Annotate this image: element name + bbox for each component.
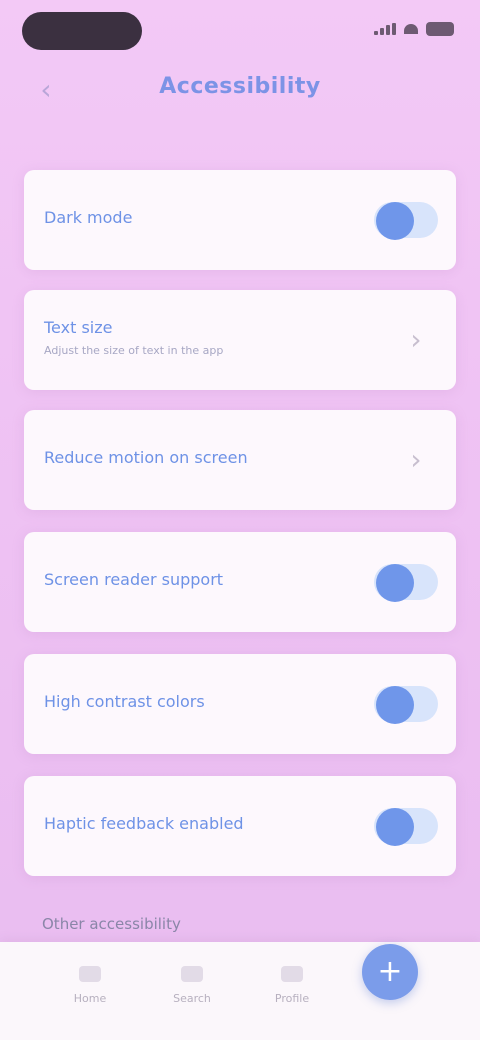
battery-icon <box>426 22 454 36</box>
page-title: Accessibility <box>159 74 321 99</box>
nav-label: Profile <box>274 992 310 1005</box>
plus-icon: + <box>377 954 403 989</box>
setting-label: High contrast colors <box>44 692 205 711</box>
nav-label: Home <box>73 992 107 1005</box>
setting-label: Screen reader support <box>44 570 224 589</box>
setting-haptic-feedback[interactable]: Haptic feedback enabled <box>24 776 456 876</box>
setting-text-size[interactable]: Text size Adjust the size of text in the… <box>24 290 456 390</box>
toggle-knob <box>376 564 414 602</box>
haptic-toggle[interactable] <box>374 808 438 846</box>
dynamic-island <box>22 12 142 50</box>
setting-reduce-motion[interactable]: Reduce motion on screen › <box>24 410 456 510</box>
nav-label: Search <box>173 992 211 1005</box>
search-icon <box>181 966 203 982</box>
wifi-icon <box>404 24 418 34</box>
user-icon <box>281 966 303 982</box>
chevron-right-icon: › <box>410 443 422 476</box>
toggle-knob <box>376 808 414 846</box>
chevron-right-icon: › <box>410 323 422 356</box>
signal-icon <box>374 23 396 35</box>
setting-label: Text size <box>44 318 113 337</box>
setting-label: Dark mode <box>44 208 133 227</box>
setting-dark-mode[interactable]: Dark mode <box>24 170 456 270</box>
nav-item-profile[interactable]: Profile <box>252 966 332 1005</box>
app-header: ‹ Accessibility <box>0 64 480 120</box>
setting-label: Reduce motion on screen <box>44 448 248 467</box>
dark-mode-toggle[interactable] <box>374 202 438 240</box>
setting-high-contrast[interactable]: High contrast colors <box>24 654 456 754</box>
toggle-knob <box>376 686 414 724</box>
setting-label: Haptic feedback enabled <box>44 814 244 833</box>
screen-reader-toggle[interactable] <box>374 564 438 602</box>
bottom-nav: Home Search Profile + <box>0 942 480 1040</box>
home-icon <box>79 966 101 982</box>
nav-item-home[interactable]: Home <box>50 966 130 1005</box>
status-icons <box>374 22 454 36</box>
add-button[interactable]: + <box>362 944 418 1000</box>
status-bar <box>0 0 480 64</box>
setting-subtitle: Adjust the size of text in the app <box>44 344 224 357</box>
high-contrast-toggle[interactable] <box>374 686 438 724</box>
toggle-knob <box>376 202 414 240</box>
nav-item-search[interactable]: Search <box>152 966 232 1005</box>
setting-screen-reader[interactable]: Screen reader support <box>24 532 456 632</box>
section-label: Other accessibility <box>42 915 181 933</box>
